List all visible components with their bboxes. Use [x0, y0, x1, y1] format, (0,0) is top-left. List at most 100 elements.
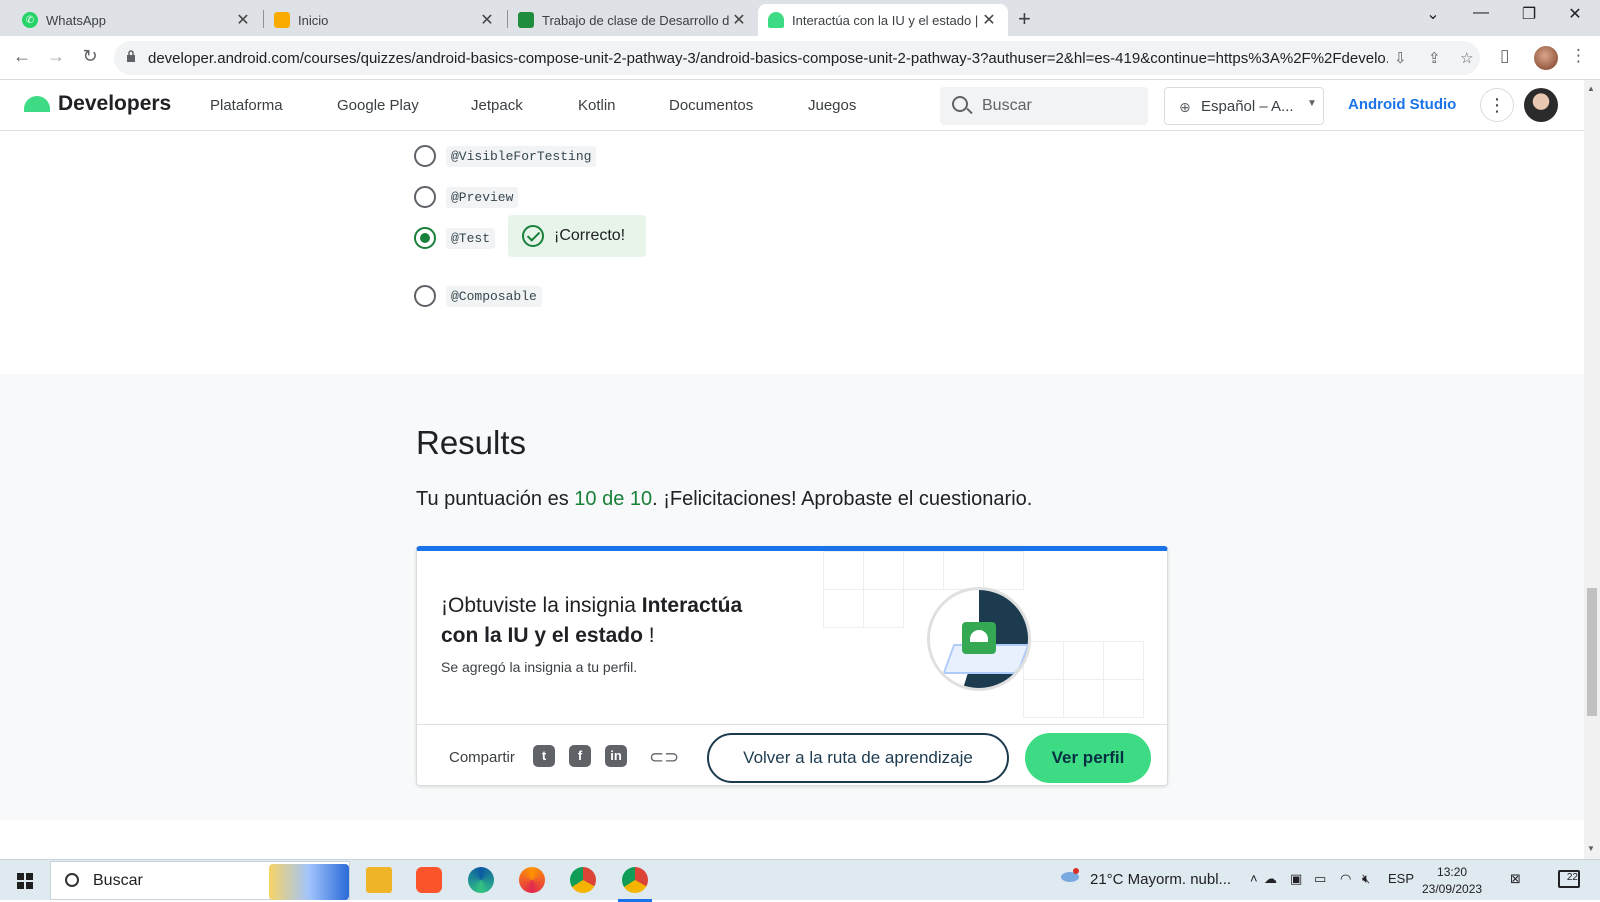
tab-inicio[interactable]: Inicio ✕ — [264, 4, 506, 36]
lock-icon — [127, 50, 135, 62]
page-scrollbar[interactable]: ▲ ▼ — [1584, 80, 1600, 859]
close-icon[interactable]: ✕ — [478, 10, 496, 30]
brave-icon[interactable] — [416, 867, 442, 893]
scroll-up-icon[interactable]: ▲ — [1587, 84, 1595, 93]
score-suffix: . ¡Felicitaciones! Aprobaste el cuestion… — [652, 488, 1033, 510]
whatsapp-icon: ✆ — [22, 12, 38, 28]
android-studio-link[interactable]: Android Studio — [1348, 96, 1456, 113]
tab-title: Interactúa con la IU y el estado | — [792, 12, 979, 28]
quiz-option-selected[interactable]: @Test — [414, 227, 496, 249]
developers-logo[interactable]: Developers — [24, 92, 171, 116]
windows-start-icon[interactable] — [17, 873, 33, 889]
android-icon — [768, 12, 784, 28]
edge-icon[interactable] — [468, 867, 494, 893]
back-to-pathway-button[interactable]: Volver a la ruta de aprendizaje — [707, 733, 1009, 783]
radio-button[interactable] — [414, 145, 436, 167]
chrome-menu-icon[interactable]: ⋮ — [1570, 46, 1587, 66]
wifi-icon[interactable]: ◠ — [1340, 871, 1351, 887]
language-indicator[interactable]: ESP — [1388, 871, 1414, 886]
facebook-icon[interactable]: f — [569, 745, 591, 767]
close-icon[interactable]: ✕ — [730, 10, 748, 30]
nav-plataforma[interactable]: Plataforma — [210, 97, 283, 114]
file-explorer-icon[interactable] — [366, 867, 392, 893]
site-header: Developers Plataforma Google Play Jetpac… — [0, 80, 1584, 131]
badge-prefix: ¡Obtuviste la insignia — [441, 594, 642, 617]
globe-icon: ⊕ — [1179, 99, 1191, 115]
tab-whatsapp[interactable]: ✆ WhatsApp ✕ — [12, 4, 262, 36]
tab-title: Inicio — [298, 12, 329, 28]
restore-icon[interactable]: ❐ — [1514, 4, 1544, 24]
chrome-profile-icon[interactable] — [618, 867, 652, 902]
tray-app-icon[interactable]: ▣ — [1290, 871, 1302, 887]
badge-illustration — [927, 587, 1031, 691]
link-icon[interactable]: ⊂⊃ — [649, 747, 679, 768]
twitter-icon[interactable]: t — [533, 745, 555, 767]
notifications-icon[interactable]: 22 — [1558, 870, 1580, 888]
forward-icon[interactable]: → — [44, 46, 68, 67]
radio-button[interactable] — [414, 285, 436, 307]
focus-icon[interactable]: ⊠ — [1510, 871, 1521, 887]
score-prefix: Tu puntuación es — [416, 488, 575, 510]
badge-subtitle: Se agregó la insignia a tu perfil. — [441, 659, 638, 675]
address-bar[interactable]: developer.android.com/courses/quizzes/an… — [114, 41, 1480, 75]
option-code: @Composable — [446, 285, 542, 307]
side-panel-icon[interactable]: ▯ — [1500, 46, 1509, 66]
site-search-input[interactable]: Buscar — [940, 87, 1148, 125]
language-selector[interactable]: ⊕ Español – A... ▼ — [1164, 87, 1324, 125]
nav-google-play[interactable]: Google Play — [337, 97, 419, 114]
clock[interactable]: 13:20 23/09/2023 — [1422, 864, 1482, 898]
check-circle-icon — [522, 225, 544, 247]
quiz-option[interactable]: @Preview — [414, 186, 519, 208]
weather-text[interactable]: 21°C Mayorm. nubl... — [1090, 871, 1231, 888]
new-tab-icon[interactable]: + — [1018, 6, 1031, 32]
share-icon[interactable]: ⇪ — [1428, 49, 1441, 67]
view-profile-button[interactable]: Ver perfil — [1025, 733, 1151, 783]
badge-suffix: ! — [642, 624, 655, 647]
chrome-icon[interactable] — [570, 867, 596, 893]
correct-feedback: ¡Correcto! — [508, 215, 646, 257]
back-icon[interactable]: ← — [10, 46, 34, 67]
tab-title: Trabajo de clase de Desarrollo de — [542, 12, 730, 28]
tab-interactua-active[interactable]: Interactúa con la IU y el estado | ✕ — [758, 4, 1008, 36]
onedrive-icon[interactable]: ☁ — [1264, 871, 1277, 887]
nav-kotlin[interactable]: Kotlin — [578, 97, 616, 114]
firefox-icon[interactable] — [519, 867, 545, 893]
chevron-down-icon: ▼ — [1307, 98, 1317, 109]
classroom-icon — [274, 12, 290, 28]
quiz-option[interactable]: @VisibleForTesting — [414, 145, 597, 167]
battery-icon[interactable]: ▭ — [1314, 871, 1326, 887]
scrollbar-thumb[interactable] — [1587, 588, 1597, 716]
nav-documentos[interactable]: Documentos — [669, 97, 753, 114]
nav-juegos[interactable]: Juegos — [808, 97, 856, 114]
nav-jetpack[interactable]: Jetpack — [471, 97, 523, 114]
page-content: @VisibleForTesting @Preview @Test ¡Corre… — [0, 131, 1584, 859]
bookmark-star-icon[interactable]: ☆ — [1460, 49, 1473, 67]
search-placeholder: Buscar — [982, 97, 1032, 114]
radio-button-selected[interactable] — [414, 227, 436, 249]
close-icon[interactable]: ✕ — [234, 10, 252, 30]
score-text: Tu puntuación es 10 de 10. ¡Felicitacion… — [416, 488, 1032, 511]
minimize-icon[interactable]: — — [1466, 4, 1496, 22]
tab-classwork[interactable]: Trabajo de clase de Desarrollo de ✕ — [508, 4, 758, 36]
close-icon[interactable]: ✕ — [980, 10, 998, 30]
install-icon[interactable]: ⇩ — [1394, 49, 1407, 67]
linkedin-icon[interactable]: in — [605, 745, 627, 767]
quiz-option[interactable]: @Composable — [414, 285, 542, 307]
taskbar-search[interactable]: Buscar — [50, 861, 350, 900]
tray-chevron-icon[interactable]: ˄ — [1250, 871, 1258, 886]
radio-button[interactable] — [414, 186, 436, 208]
reload-icon[interactable]: ↻ — [78, 46, 102, 67]
volume-muted-icon[interactable]: 🔇︎ — [1362, 871, 1370, 887]
time: 13:20 — [1437, 865, 1468, 879]
user-avatar[interactable] — [1524, 88, 1558, 122]
badge-card: ¡Obtuviste la insignia Interactúa con la… — [416, 546, 1168, 786]
profile-avatar-icon[interactable] — [1534, 46, 1558, 70]
search-icon — [65, 873, 79, 887]
share-label: Compartir — [449, 749, 515, 766]
scroll-down-icon[interactable]: ▼ — [1587, 844, 1595, 853]
badge-card-footer: Compartir t f in ⊂⊃ Volver a la ruta de … — [417, 724, 1167, 786]
tab-title: WhatsApp — [46, 12, 106, 28]
more-menu-icon[interactable]: ⋮ — [1480, 88, 1514, 122]
tab-search-chevron-icon[interactable]: ⌄ — [1418, 4, 1448, 24]
window-close-icon[interactable]: ✕ — [1560, 4, 1590, 24]
